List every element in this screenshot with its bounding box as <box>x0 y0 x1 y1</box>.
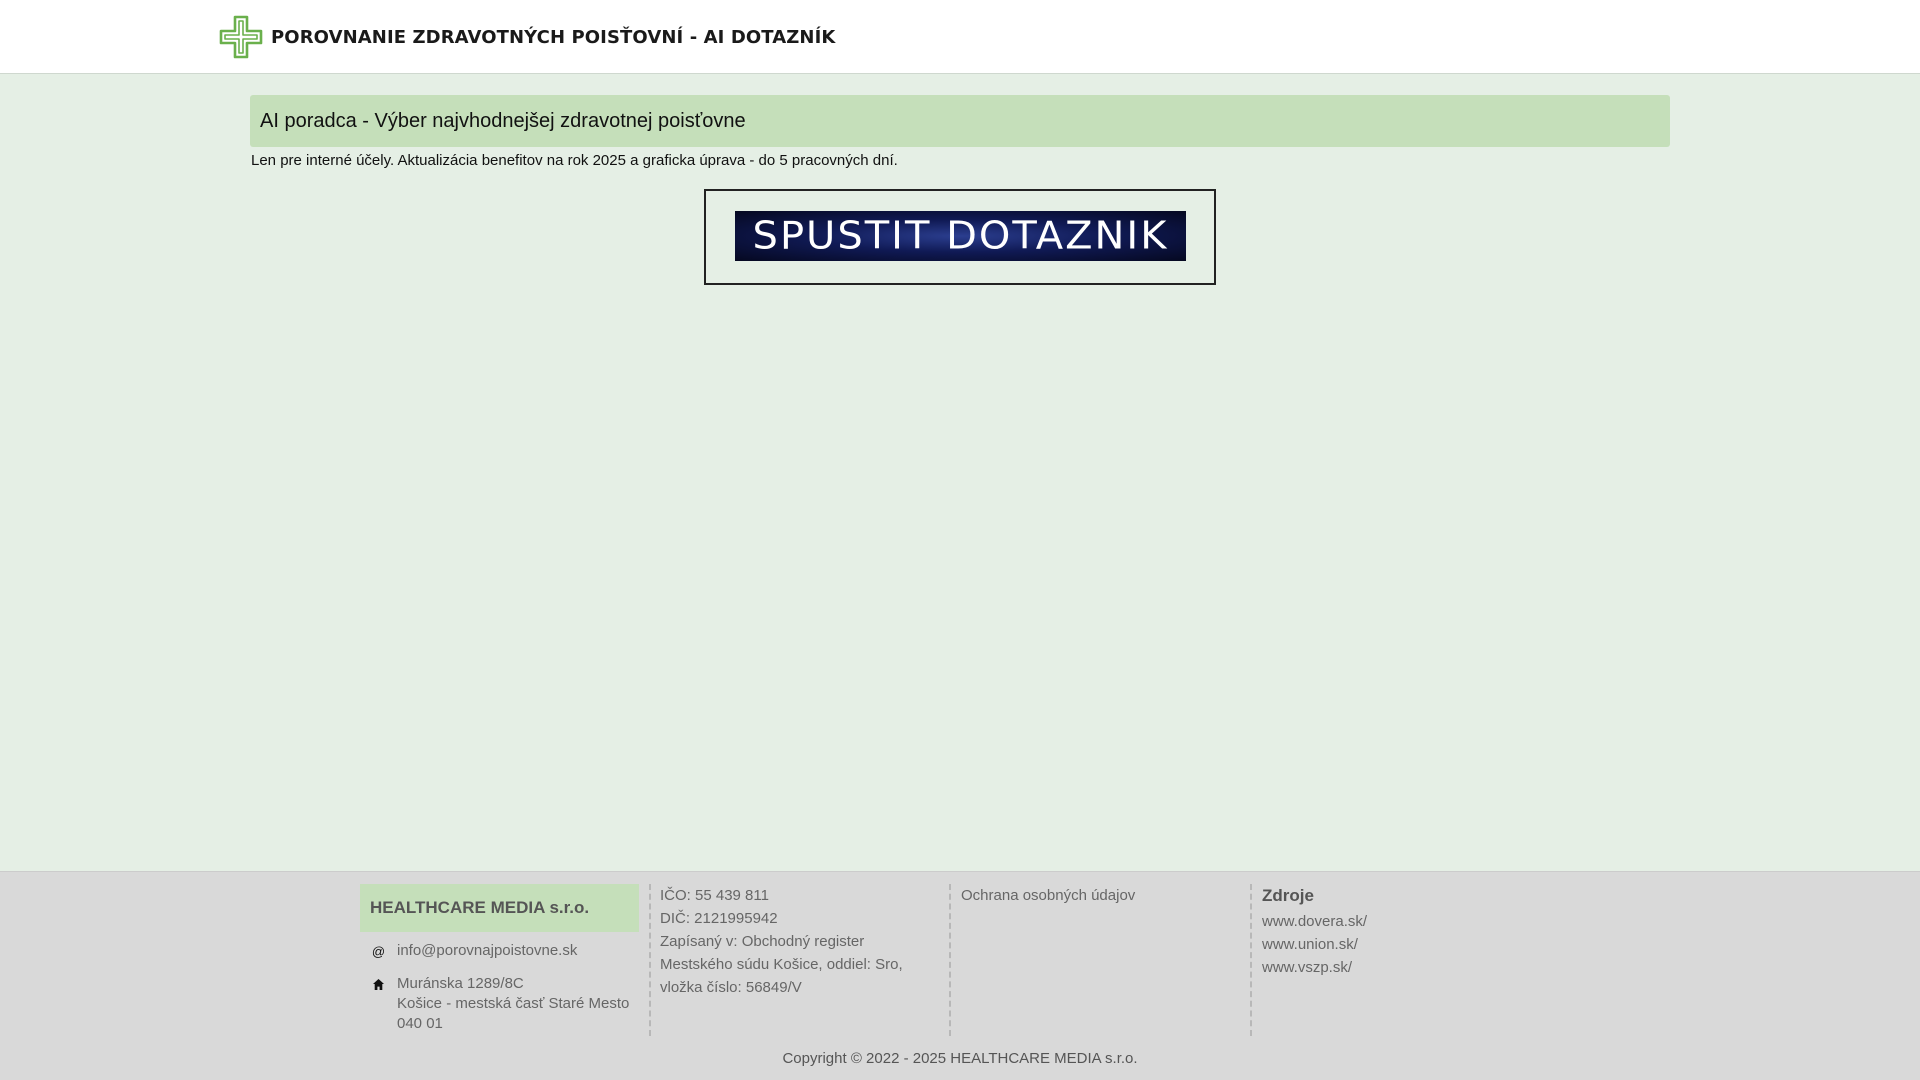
start-questionnaire-button[interactable]: SPUSTIT DOTAZNIK <box>735 211 1186 261</box>
page-title-bar: AI poradca - Výber najvhodnejšej zdravot… <box>250 95 1670 147</box>
source-link-union[interactable]: www.union.sk/ <box>1262 936 1358 953</box>
source-link-dovera[interactable]: www.dovera.sk/ <box>1262 913 1367 930</box>
footer-address-line1: Muránska 1289/8C <box>397 975 524 992</box>
footer-sources-title: Zdroje <box>1262 886 1314 905</box>
footer-ico: IČO: 55 439 811 <box>660 887 769 904</box>
page-title: AI poradca - Výber najvhodnejšej zdravot… <box>260 109 746 132</box>
privacy-policy-link[interactable]: Ochrana osobných údajov <box>961 887 1135 904</box>
footer: HEALTHCARE MEDIA s.r.o. @ info@porovnajp… <box>0 871 1920 1080</box>
footer-register-line2: Mestského súdu Košice, oddiel: Sro, <box>660 956 903 973</box>
footer-email-link[interactable]: info@porovnajpoistovne.sk <box>397 941 577 962</box>
footer-divider <box>649 884 651 1036</box>
page-notice: Len pre interné účely. Aktualizácia bene… <box>251 152 898 169</box>
medical-cross-icon <box>219 15 263 59</box>
brand-home-link[interactable]: POROVNANIE ZDRAVOTNÝCH POISŤOVNÍ - AI DO… <box>219 15 835 59</box>
footer-address-line2: Košice - mestská časť Staré Mesto <box>397 995 630 1012</box>
footer-email-row: @ info@porovnajpoistovne.sk <box>360 941 639 962</box>
footer-copyright: Copyright © 2022 - 2025 HEALTHCARE MEDIA… <box>782 1050 1138 1067</box>
footer-register-line3: vložka číslo: 56849/V <box>660 979 802 996</box>
footer-address-row: Muránska 1289/8C Košice - mestská časť S… <box>360 974 639 1034</box>
footer-divider <box>1250 884 1252 1036</box>
home-icon <box>360 974 397 1034</box>
footer-register-line1: Zapísaný v: Obchodný register <box>660 933 865 950</box>
footer-company-name: HEALTHCARE MEDIA s.r.o. <box>360 884 639 932</box>
footer-privacy-column: Ochrana osobných údajov <box>961 884 1231 907</box>
footer-sources-column: Zdroje www.dovera.sk/ www.union.sk/ www.… <box>1262 884 1532 979</box>
top-navbar: POROVNANIE ZDRAVOTNÝCH POISŤOVNÍ - AI DO… <box>0 0 1920 74</box>
at-sign-icon: @ <box>371 944 386 959</box>
cta-frame: SPUSTIT DOTAZNIK <box>704 189 1216 285</box>
source-link-vszp[interactable]: www.vszp.sk/ <box>1262 959 1352 976</box>
footer-address: Muránska 1289/8C Košice - mestská časť S… <box>397 974 629 1034</box>
footer-address-line3: 040 01 <box>397 1015 443 1032</box>
footer-dic: DIČ: 2121995942 <box>660 910 778 927</box>
brand-title: POROVNANIE ZDRAVOTNÝCH POISŤOVNÍ - AI DO… <box>271 26 836 48</box>
start-questionnaire-label: SPUSTIT DOTAZNIK <box>752 214 1169 258</box>
footer-divider <box>949 884 951 1036</box>
footer-company-column: HEALTHCARE MEDIA s.r.o. @ info@porovnajp… <box>360 884 639 1034</box>
footer-registration-column: IČO: 55 439 811 DIČ: 2121995942 Zapísaný… <box>660 884 930 999</box>
